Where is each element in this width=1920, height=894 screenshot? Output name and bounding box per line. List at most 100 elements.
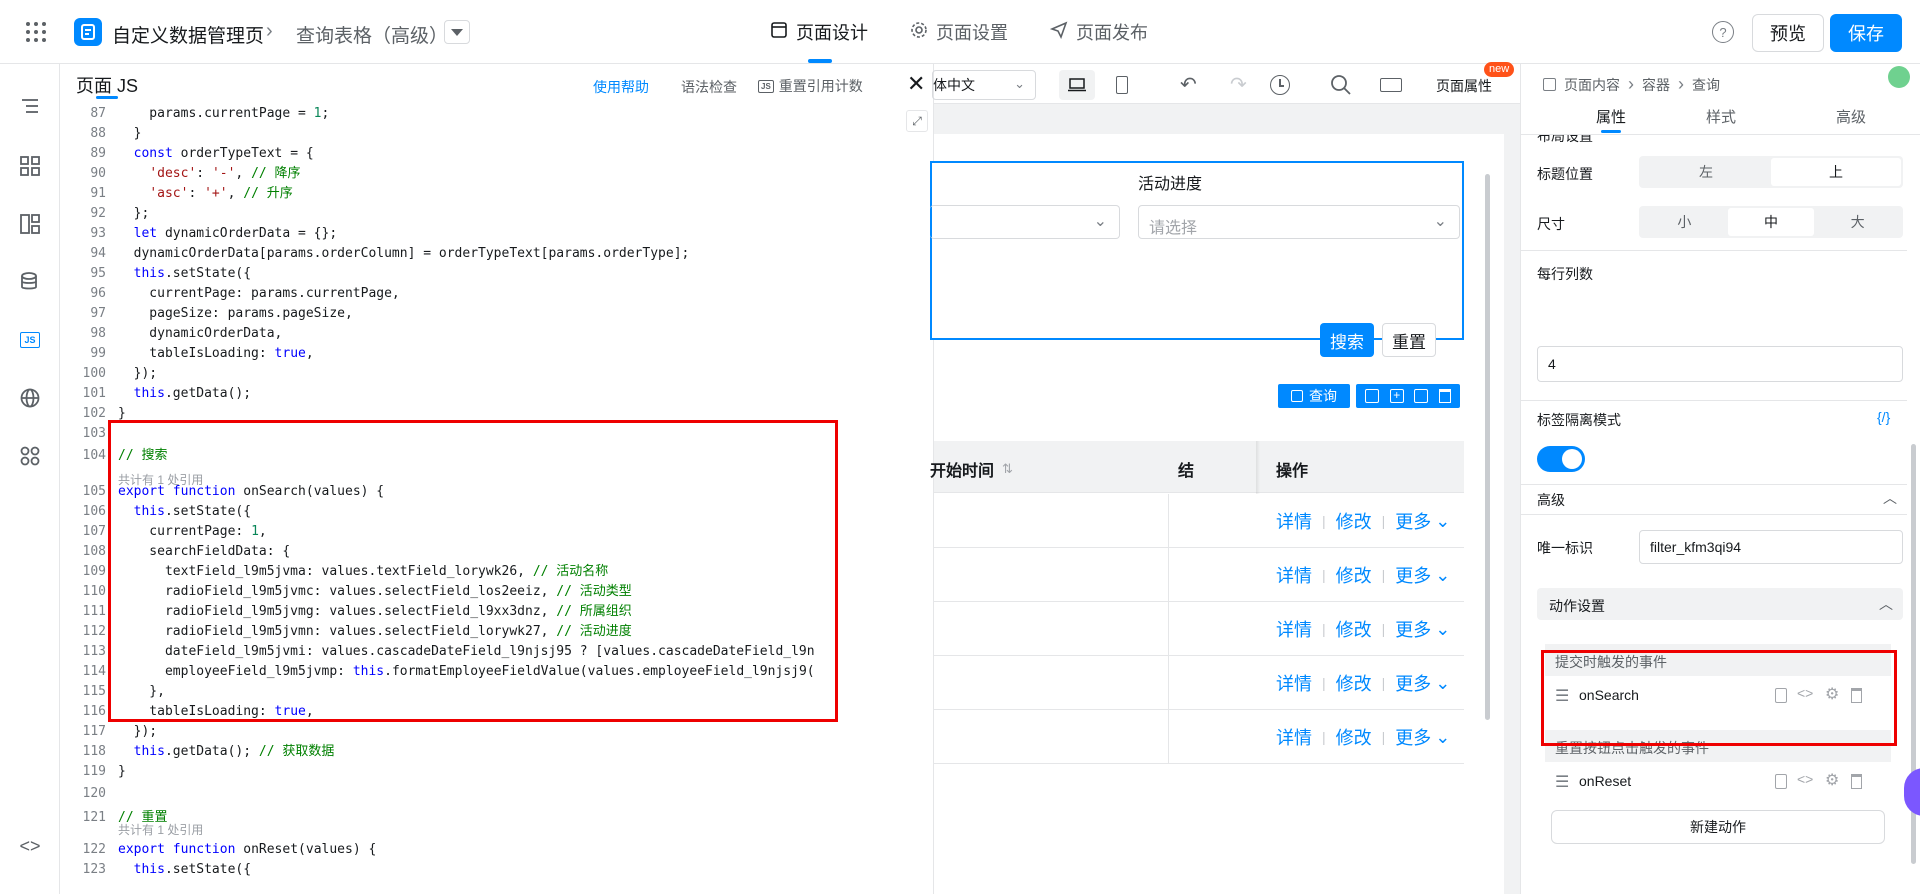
option-left[interactable]: 左 [1641,158,1771,186]
delete-icon[interactable] [1851,774,1862,789]
detail-link[interactable]: 详情 [1276,562,1312,588]
line-number: 96 [90,286,106,301]
edit-link[interactable]: 修改 [1336,562,1372,588]
option-large[interactable]: 大 [1814,208,1901,236]
data-source-icon[interactable] [18,270,42,294]
language-select[interactable]: 体中文 ⌄ [932,70,1036,100]
toggle-knob [1562,449,1582,469]
more-dropdown[interactable]: 更多 [1395,508,1431,534]
search-button[interactable]: 搜索 [1320,323,1374,357]
redo-icon[interactable]: ↷ [1230,72,1247,97]
advanced-section-header[interactable]: 高级 [1537,490,1565,510]
help-icon[interactable]: ? [1712,21,1734,43]
columns-per-row-field[interactable]: 4 [1537,346,1903,382]
apps-grid-icon[interactable] [24,20,48,44]
option-small[interactable]: 小 [1641,208,1728,236]
save-button[interactable]: 保存 [1830,14,1902,52]
more-dropdown[interactable]: 更多 [1395,724,1431,750]
properties-panel: 页面内容 › 容器 › 查询 属性 样式 高级 布局设置 标题位置 左 上 尺寸… [1520,64,1920,894]
page-switch-dropdown[interactable] [444,20,470,44]
progress-select[interactable]: 请选择 ⌄ [1138,205,1460,239]
breadcrumb-page[interactable]: 查询表格（高级） [296,21,448,48]
more-dropdown[interactable]: 更多 [1395,562,1431,588]
delete-icon[interactable] [1438,389,1451,403]
desktop-view-icon[interactable] [1059,70,1095,100]
unique-id-field[interactable]: filter_kfm3qi94 [1639,530,1903,564]
option-top[interactable]: 上 [1771,158,1901,186]
breadcrumb-item[interactable]: 页面内容 [1564,75,1620,95]
close-icon[interactable]: ✕ [907,71,925,97]
components-icon[interactable] [18,154,42,178]
detail-link[interactable]: 详情 [1276,616,1312,642]
detail-link[interactable]: 详情 [1276,508,1312,534]
tab-advanced[interactable]: 高级 [1811,106,1891,127]
drag-handle-icon[interactable]: ☰ [1555,772,1569,792]
outline-tree-icon[interactable] [18,94,42,118]
tab-properties[interactable]: 属性 [1571,106,1651,127]
edit-link[interactable]: 修改 [1336,616,1372,642]
col-header-start-time[interactable]: 开始时间 ⇅ [930,457,1013,481]
source-code-icon[interactable]: <> [18,834,42,858]
keyboard-icon[interactable] [1380,78,1402,92]
reset-refs-button[interactable]: JS 重置引用计数 [758,76,863,96]
globe-icon[interactable] [18,386,42,410]
query-component-tag[interactable]: 查询 [1278,384,1350,408]
action-settings-label: 动作设置 [1549,598,1605,614]
select-parent-icon[interactable] [1365,389,1380,403]
action-settings-header[interactable]: 动作设置 ︿ [1537,588,1903,620]
chevron-up-icon[interactable]: ︿ [1883,488,1897,508]
more-dropdown[interactable]: 更多 [1395,616,1431,642]
size-toggle[interactable]: 小 中 大 [1639,206,1903,238]
gear-icon[interactable]: ⚙ [1825,770,1839,790]
doc-icon[interactable] [1775,774,1787,789]
edit-link[interactable]: 修改 [1336,670,1372,696]
tab-page-settings[interactable]: 页面设置 [910,19,1008,45]
templates-icon[interactable] [18,212,42,236]
reference-count-text[interactable]: 共计有 1 处引用 [118,820,203,840]
sort-icon[interactable]: ⇅ [1002,461,1013,477]
highlight-box-code [108,420,838,722]
gear-icon [910,21,928,44]
reset-button[interactable]: 重置 [1382,323,1436,357]
plugins-icon[interactable] [18,444,42,468]
title-position-toggle[interactable]: 左 上 [1639,156,1903,188]
tab-style[interactable]: 样式 [1681,106,1761,127]
code-text: dynamicOrderData[params.orderColumn] = o… [118,246,690,261]
edit-link[interactable]: 修改 [1336,724,1372,750]
code-text: this.setState({ [133,266,252,281]
variable-binding-icon[interactable]: {/} [1877,409,1890,425]
app-title[interactable]: 自定义数据管理页 [112,21,264,48]
reset-event-row[interactable]: ☰ onReset <> ⚙ [1545,766,1891,798]
search-icon[interactable] [1330,74,1352,99]
help-link[interactable]: 使用帮助 [593,77,649,97]
code-icon[interactable]: <> [1797,771,1813,787]
separator: | [1322,567,1326,583]
tab-page-design[interactable]: 页面设计 [770,19,868,45]
cell-divider [1168,710,1169,764]
breadcrumb-item[interactable]: 容器 [1642,75,1670,95]
edit-link[interactable]: 修改 [1336,508,1372,534]
history-icon[interactable] [1270,75,1290,95]
code-text: }); [118,724,158,739]
tag-isolation-toggle[interactable] [1537,446,1585,472]
js-icon[interactable]: JS [18,328,42,352]
detail-link[interactable]: 详情 [1276,670,1312,696]
more-dropdown[interactable]: 更多 [1395,670,1431,696]
option-medium[interactable]: 中 [1727,208,1815,236]
new-action-button[interactable]: 新建动作 [1551,810,1885,844]
breadcrumb-item[interactable]: 查询 [1692,75,1720,95]
undo-icon[interactable]: ↶ [1180,72,1197,97]
add-icon[interactable]: + [1389,389,1404,403]
top-bar: 自定义数据管理页 › 查询表格（高级） 页面设计 页面设置 页面发布 ? 预览 … [0,0,1920,64]
mobile-view-icon[interactable] [1116,76,1128,94]
tab-page-publish[interactable]: 页面发布 [1049,19,1148,45]
avatar[interactable] [1888,66,1910,88]
syntax-check-button[interactable]: 语法检查 [681,77,737,97]
copy-icon[interactable] [1414,389,1429,403]
separator: | [1381,567,1386,583]
page-attributes-button[interactable]: 页面属性 [1436,76,1492,96]
detail-link[interactable]: 详情 [1276,724,1312,750]
type-select[interactable]: ⌄ [930,205,1120,239]
canvas-scrollbar[interactable] [1485,174,1490,720]
preview-button[interactable]: 预览 [1752,14,1824,52]
